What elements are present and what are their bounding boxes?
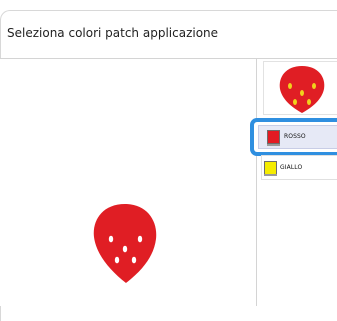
color-list-panel: ROSSO m GIALLO: [250, 59, 337, 306]
seed: [137, 235, 143, 243]
seed: [114, 256, 120, 264]
color-item-giallo[interactable]: GIALLO: [261, 155, 337, 180]
thread-color-swatch: [267, 130, 280, 144]
thumbnail-strawberry-body: [279, 66, 325, 113]
design-preview: [0, 59, 256, 306]
color-item-rosso[interactable]: ROSSO m: [250, 118, 337, 156]
design-thumbnail: [263, 61, 337, 115]
seed: [131, 256, 137, 264]
strawberry-preview-icon: [93, 204, 157, 283]
dialog-title: Seleziona colori patch applicazione: [7, 26, 219, 40]
thread-spool-base: [264, 174, 277, 176]
thread-spool-base: [267, 144, 280, 146]
thumbnail-seed: [288, 83, 292, 89]
color-item-highlight: ROSSO m: [258, 125, 337, 149]
color-name: ROSSO: [284, 133, 306, 140]
strawberry-thumbnail-icon: [279, 66, 325, 113]
strawberry-body: [93, 204, 157, 283]
thumbnail-seed: [293, 99, 297, 105]
seed: [108, 235, 114, 243]
color-name: GIALLO: [280, 164, 303, 171]
thumbnail-seed: [312, 83, 316, 89]
thread-color-swatch: [264, 161, 277, 175]
thumbnail-seed: [300, 90, 304, 96]
thumbnail-seed: [307, 99, 311, 105]
seed: [122, 245, 128, 253]
